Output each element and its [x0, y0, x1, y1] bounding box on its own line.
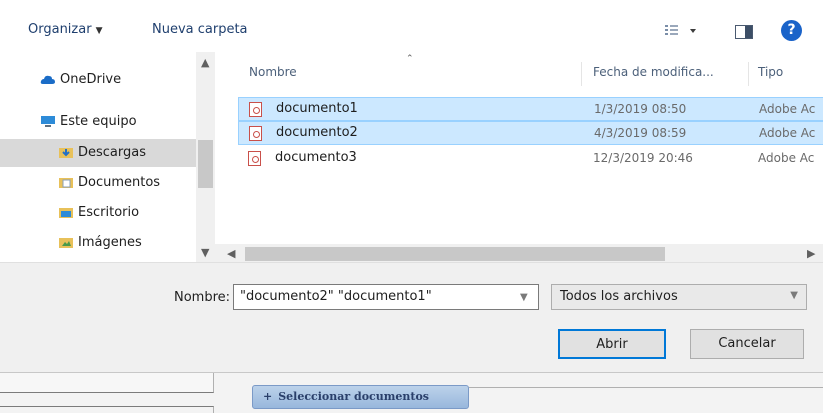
pdf-file-icon: [248, 151, 261, 166]
sort-ascending-icon: ⌃: [406, 54, 414, 64]
column-separator[interactable]: [581, 62, 582, 86]
pdf-file-icon: [249, 102, 262, 117]
documents-folder-icon: [59, 178, 73, 188]
nav-item-label: Escritorio: [78, 205, 140, 220]
underlying-page: + Seleccionar documentos: [0, 372, 823, 413]
scrollbar-thumb[interactable]: [245, 247, 665, 261]
organizar-label: Organizar: [28, 22, 92, 37]
scrollbar-thumb[interactable]: [198, 140, 213, 188]
preview-pane-button[interactable]: [735, 24, 753, 39]
toolbar: Organizar ▼ Nueva carpeta ?: [0, 0, 823, 52]
file-date: 1/3/2019 08:50: [594, 102, 687, 116]
file-type-value: Todos los archivos: [560, 289, 678, 304]
file-name-input[interactable]: "documento2" "documento1": [233, 284, 539, 310]
file-list: Nombre ⌃ Fecha de modifica... Tipo docum…: [215, 52, 823, 262]
chevron-down-icon: ▼: [95, 26, 103, 36]
nav-item-onedrive[interactable]: OneDrive: [0, 66, 196, 94]
help-icon[interactable]: ?: [781, 20, 802, 41]
computer-icon: [41, 116, 55, 127]
file-type: Adobe Ac: [758, 151, 815, 165]
scroll-down-icon[interactable]: ▼: [201, 246, 209, 259]
chevron-down-icon: ▼: [790, 290, 798, 301]
file-type-select[interactable]: Todos los archivos ▼: [551, 284, 807, 310]
dialog-footer: Nombre: "documento2" "documento1" ▼ Todo…: [0, 262, 823, 372]
organizar-button[interactable]: Organizar ▼: [28, 22, 102, 37]
file-name-label: Nombre:: [174, 290, 231, 305]
nav-item-escritorio[interactable]: Escritorio: [0, 199, 196, 227]
list-horizontal-scrollbar[interactable]: ◀ ▶: [215, 244, 823, 264]
preview-pane-icon: [735, 25, 753, 39]
new-folder-button[interactable]: Nueva carpeta: [152, 22, 248, 37]
column-header-name[interactable]: Nombre: [249, 65, 297, 79]
scroll-up-icon[interactable]: ▲: [201, 56, 209, 69]
file-date: 12/3/2019 20:46: [593, 151, 693, 165]
select-documents-label: Seleccionar documentos: [278, 390, 429, 403]
view-options-icon: [665, 25, 696, 35]
file-type: Adobe Ac: [759, 102, 816, 116]
nav-item-este-equipo[interactable]: Este equipo: [0, 108, 196, 136]
column-header-type[interactable]: Tipo: [758, 65, 783, 79]
page-divider: [469, 387, 823, 407]
open-button[interactable]: Abrir: [558, 329, 666, 359]
file-name: documento1: [276, 101, 358, 116]
file-type: Adobe Ac: [759, 126, 816, 140]
file-row-documento3[interactable]: documento3 12/3/2019 20:46 Adobe Ac: [238, 147, 823, 171]
onedrive-cloud-icon: [40, 75, 55, 84]
pdf-file-icon: [249, 126, 262, 141]
column-separator[interactable]: [748, 62, 749, 86]
nav-item-descargas[interactable]: Descargas: [0, 139, 196, 167]
file-row-documento1[interactable]: documento1 1/3/2019 08:50 Adobe Ac: [238, 97, 823, 121]
select-documents-button[interactable]: + Seleccionar documentos: [252, 385, 469, 409]
nav-item-label: OneDrive: [60, 72, 122, 87]
file-date: 4/3/2019 08:59: [594, 126, 687, 140]
scroll-left-icon[interactable]: ◀: [227, 247, 235, 260]
navigation-pane: OneDrive Este equipo Descargas Documento…: [0, 52, 215, 262]
nav-item-label: Imágenes: [78, 235, 142, 250]
nav-item-imagenes[interactable]: Imágenes: [0, 229, 196, 257]
downloads-folder-icon: [59, 148, 73, 158]
desktop-folder-icon: [59, 208, 73, 218]
scroll-right-icon[interactable]: ▶: [807, 247, 815, 260]
file-name: documento3: [275, 150, 357, 165]
change-view-button[interactable]: [663, 22, 703, 40]
nav-item-documentos[interactable]: Documentos: [0, 169, 196, 197]
file-row-documento2[interactable]: documento2 4/3/2019 08:59 Adobe Ac: [238, 121, 823, 145]
nav-item-label: Este equipo: [60, 114, 137, 129]
cancel-button[interactable]: Cancelar: [690, 329, 804, 359]
chevron-down-icon[interactable]: ▼: [520, 292, 528, 303]
nav-item-label: Documentos: [78, 175, 161, 190]
file-name: documento2: [276, 125, 358, 140]
page-field: [0, 373, 214, 393]
column-header-date[interactable]: Fecha de modifica...: [593, 65, 714, 79]
nav-vertical-scrollbar[interactable]: ▲ ▼: [196, 52, 215, 262]
page-field: [0, 406, 214, 413]
nav-item-label: Descargas: [78, 145, 147, 160]
pictures-folder-icon: [59, 238, 73, 248]
plus-icon: +: [263, 390, 273, 403]
